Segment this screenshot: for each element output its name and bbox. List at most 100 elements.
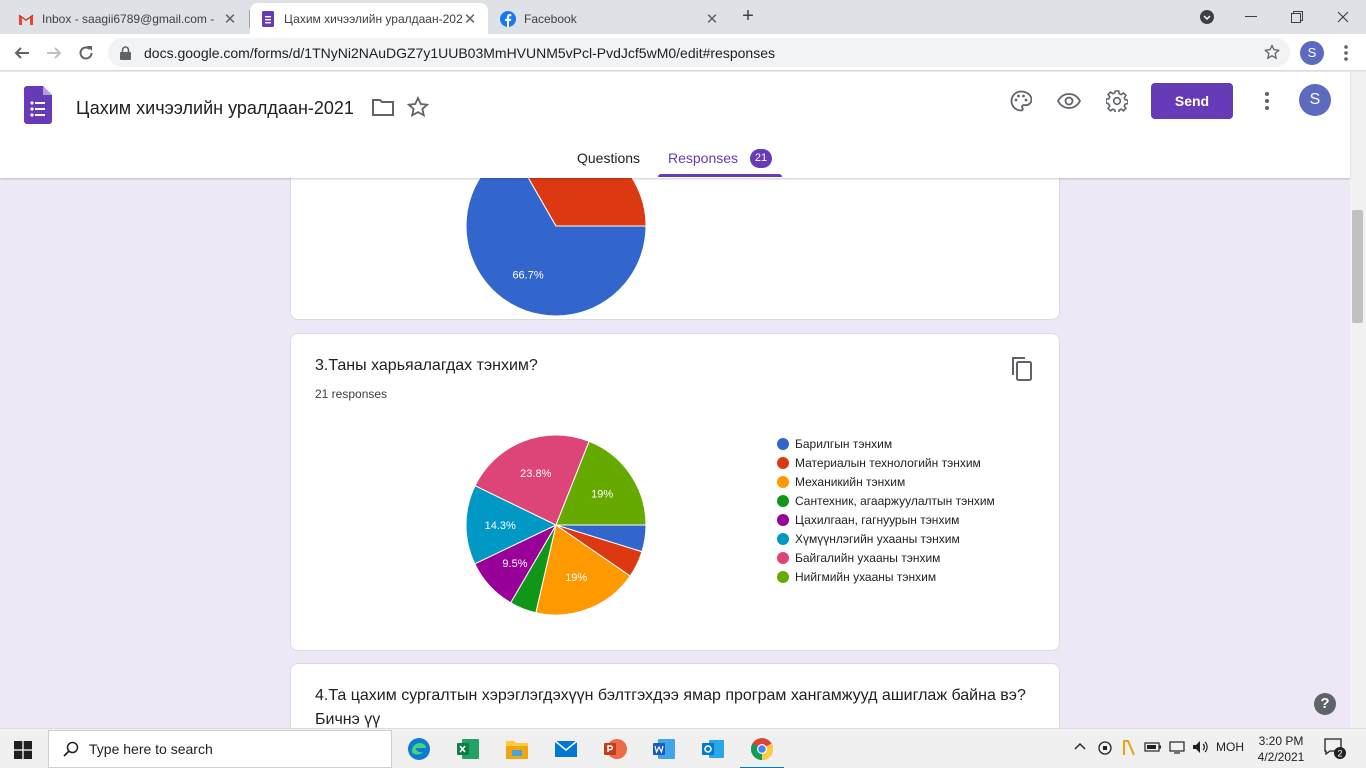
google-forms-logo-icon[interactable] <box>24 86 52 124</box>
edge-icon[interactable] <box>405 735 433 763</box>
account-avatar[interactable]: S <box>1299 84 1331 116</box>
battery-icon[interactable] <box>1144 740 1162 757</box>
preview-eye-icon[interactable] <box>1054 86 1084 116</box>
question-card-2: 66.7% <box>290 178 1060 320</box>
question-card-4: 4.Та цахим сургалтын хэрэглэгдэхүүн бэлт… <box>290 663 1060 728</box>
input-language[interactable]: МОН <box>1216 740 1244 754</box>
legend-swatch <box>777 475 789 488</box>
forward-button[interactable] <box>40 39 68 67</box>
responses-count: 21 responses <box>315 387 388 401</box>
tab-responses[interactable]: Responses <box>668 150 738 166</box>
more-vert-icon[interactable] <box>1252 86 1282 116</box>
responses-content: 66.7% 3.Таны харьяалагдах тэнхим? 21 res… <box>0 178 1350 728</box>
browser-tab-strip: Inbox - saagii6789@gmail.com - ✕ Цахим х… <box>0 0 1366 34</box>
bookmark-star-icon[interactable] <box>1263 43 1281 65</box>
chart-legend: Барилгын тэнхим Материалын технологийн тэ… <box>777 434 995 586</box>
app-tray-icon[interactable] <box>1122 740 1136 759</box>
file-explorer-icon[interactable] <box>503 735 531 763</box>
back-button[interactable] <box>8 39 36 67</box>
tab-facebook[interactable]: Facebook ✕ <box>490 3 730 34</box>
new-tab-button[interactable]: + <box>736 5 760 29</box>
gmail-icon <box>18 11 34 27</box>
pie-chart-q3: 19% 9.5% 14.3% 23.8% 19% <box>465 434 647 616</box>
arrow-left-icon <box>14 47 29 59</box>
security-tray-icon[interactable] <box>1098 740 1112 759</box>
taskbar-clock[interactable]: 3:20 PM 4/2/2021 <box>1251 733 1311 765</box>
forms-header: Цахим хичээлийн уралдаан-2021 Send S Que… <box>0 72 1350 178</box>
legend-label: Сантехник, агааржуулалтын тэнхим <box>795 493 995 508</box>
restore-icon[interactable] <box>1274 0 1320 34</box>
excel-icon[interactable] <box>454 735 482 763</box>
search-icon <box>63 741 79 757</box>
pie-slice-label: 14.3% <box>485 520 516 532</box>
browser-toolbar: docs.google.com/forms/d/1TNyNi2NAuDGZ7y1… <box>0 34 1366 71</box>
legend-swatch <box>777 532 789 545</box>
active-tab-indicator <box>658 174 782 177</box>
pie-slice-label: 19% <box>565 572 587 584</box>
close-icon[interactable]: ✕ <box>222 10 238 28</box>
star-icon[interactable] <box>403 92 433 122</box>
taskbar-search-input[interactable]: Type here to search <box>48 730 392 768</box>
question-title: 3.Таны харьяалагдах тэнхим? <box>315 357 538 374</box>
address-bar[interactable]: docs.google.com/forms/d/1TNyNi2NAuDGZ7y1… <box>108 38 1290 67</box>
tab-questions[interactable]: Questions <box>577 150 640 166</box>
legend-swatch <box>777 437 789 450</box>
tray-chevron-up-icon[interactable] <box>1074 740 1086 754</box>
page-scrollbar[interactable] <box>1350 72 1366 728</box>
settings-gear-icon[interactable] <box>1102 86 1132 116</box>
tab-gmail[interactable]: Inbox - saagii6789@gmail.com - ✕ <box>8 3 248 34</box>
chrome-icon[interactable] <box>740 735 784 768</box>
facebook-icon <box>500 10 516 27</box>
legend-item: Сантехник, агааржуулалтын тэнхим <box>777 491 995 510</box>
legend-label: Барилгын тэнхим <box>795 436 893 451</box>
close-icon[interactable]: ✕ <box>704 10 720 28</box>
legend-item: Хүмүүнлэгийн ухааны тэнхим <box>777 529 995 548</box>
legend-swatch <box>777 494 789 507</box>
legend-label: Нийгмийн ухааны тэнхим <box>795 569 937 584</box>
tab-title: Facebook <box>524 11 577 26</box>
tab-search-icon[interactable] <box>1184 0 1230 34</box>
reload-icon <box>79 46 93 60</box>
help-icon[interactable]: ? <box>1314 693 1336 715</box>
legend-label: Байгалийн ухааны тэнхим <box>795 550 941 565</box>
legend-item: Механикийн тэнхим <box>777 472 995 491</box>
mail-icon[interactable] <box>552 735 580 763</box>
search-placeholder: Type here to search <box>89 741 213 757</box>
palette-icon[interactable] <box>1006 86 1036 116</box>
tab-title: Цахим хичээлийн уралдаан-2021 <box>284 11 462 26</box>
close-icon[interactable]: ✕ <box>462 10 478 28</box>
browser-profile-avatar[interactable]: S <box>1300 41 1324 65</box>
question-card-3: 3.Таны харьяалагдах тэнхим? 21 responses… <box>290 333 1060 651</box>
legend-swatch <box>777 513 789 526</box>
arrow-right-icon <box>47 47 62 59</box>
volume-icon[interactable] <box>1192 740 1210 757</box>
word-icon[interactable] <box>650 735 678 763</box>
folder-icon[interactable] <box>368 92 398 122</box>
powerpoint-icon[interactable] <box>601 735 629 763</box>
windows-start-icon[interactable] <box>14 741 32 759</box>
notification-center-icon[interactable]: 2 <box>1324 737 1346 762</box>
legend-item: Цахилгаан, гагнуурын тэнхим <box>777 510 995 529</box>
reload-button[interactable] <box>72 39 100 67</box>
send-button[interactable]: Send <box>1151 83 1233 119</box>
network-icon[interactable] <box>1168 740 1186 757</box>
pie-slice-label: 66.7% <box>512 269 543 281</box>
tab-forms[interactable]: Цахим хичээлийн уралдаан-2021 ✕ <box>250 3 488 34</box>
url-text: docs.google.com/forms/d/1TNyNi2NAuDGZ7y1… <box>144 44 775 61</box>
pie-slice-label: 23.8% <box>520 468 551 480</box>
copy-chart-icon[interactable] <box>1011 356 1035 382</box>
outlook-icon[interactable] <box>699 735 727 763</box>
close-window-icon[interactable] <box>1320 0 1366 34</box>
legend-item: Барилгын тэнхим <box>777 434 995 453</box>
scrollbar-thumb[interactable] <box>1352 210 1363 323</box>
form-title[interactable]: Цахим хичээлийн уралдаан-2021 <box>76 98 354 119</box>
notification-count: 2 <box>1337 749 1342 759</box>
google-forms-icon <box>260 10 276 27</box>
browser-menu-icon[interactable] <box>1336 43 1356 63</box>
pie-slice-label: 9.5% <box>502 558 527 570</box>
pie-slice-label: 19% <box>591 489 613 501</box>
responses-count-badge: 21 <box>750 149 772 168</box>
question-title: 4.Та цахим сургалтын хэрэглэгдэхүүн бэлт… <box>315 687 1026 728</box>
legend-swatch <box>777 570 789 583</box>
minimize-icon[interactable] <box>1228 0 1274 34</box>
